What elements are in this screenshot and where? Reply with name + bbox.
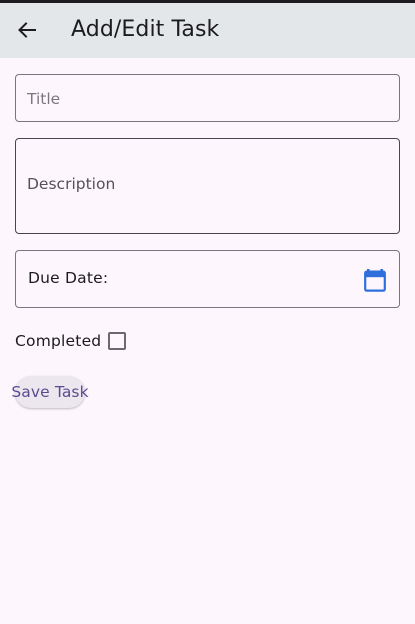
description-input[interactable]	[27, 175, 387, 199]
completed-label: Completed	[15, 332, 102, 350]
due-date-field[interactable]: Due Date:	[15, 250, 400, 308]
calendar-icon[interactable]	[364, 268, 386, 292]
title-input[interactable]	[27, 88, 387, 110]
back-button[interactable]	[12, 15, 42, 45]
save-task-button[interactable]: Save Task	[11, 376, 89, 408]
title-field[interactable]	[15, 74, 400, 122]
completed-checkbox[interactable]	[108, 332, 127, 350]
due-date-label: Due Date:	[28, 269, 109, 287]
page-title: Add/Edit Task	[71, 17, 220, 42]
completed-row: Completed	[15, 328, 127, 354]
arrow-back-icon	[18, 22, 36, 38]
app-bar: Add/Edit Task	[0, 3, 415, 58]
description-field[interactable]	[15, 138, 400, 234]
app-window: Add/Edit Task Due Date: Completed Save T…	[0, 0, 415, 624]
